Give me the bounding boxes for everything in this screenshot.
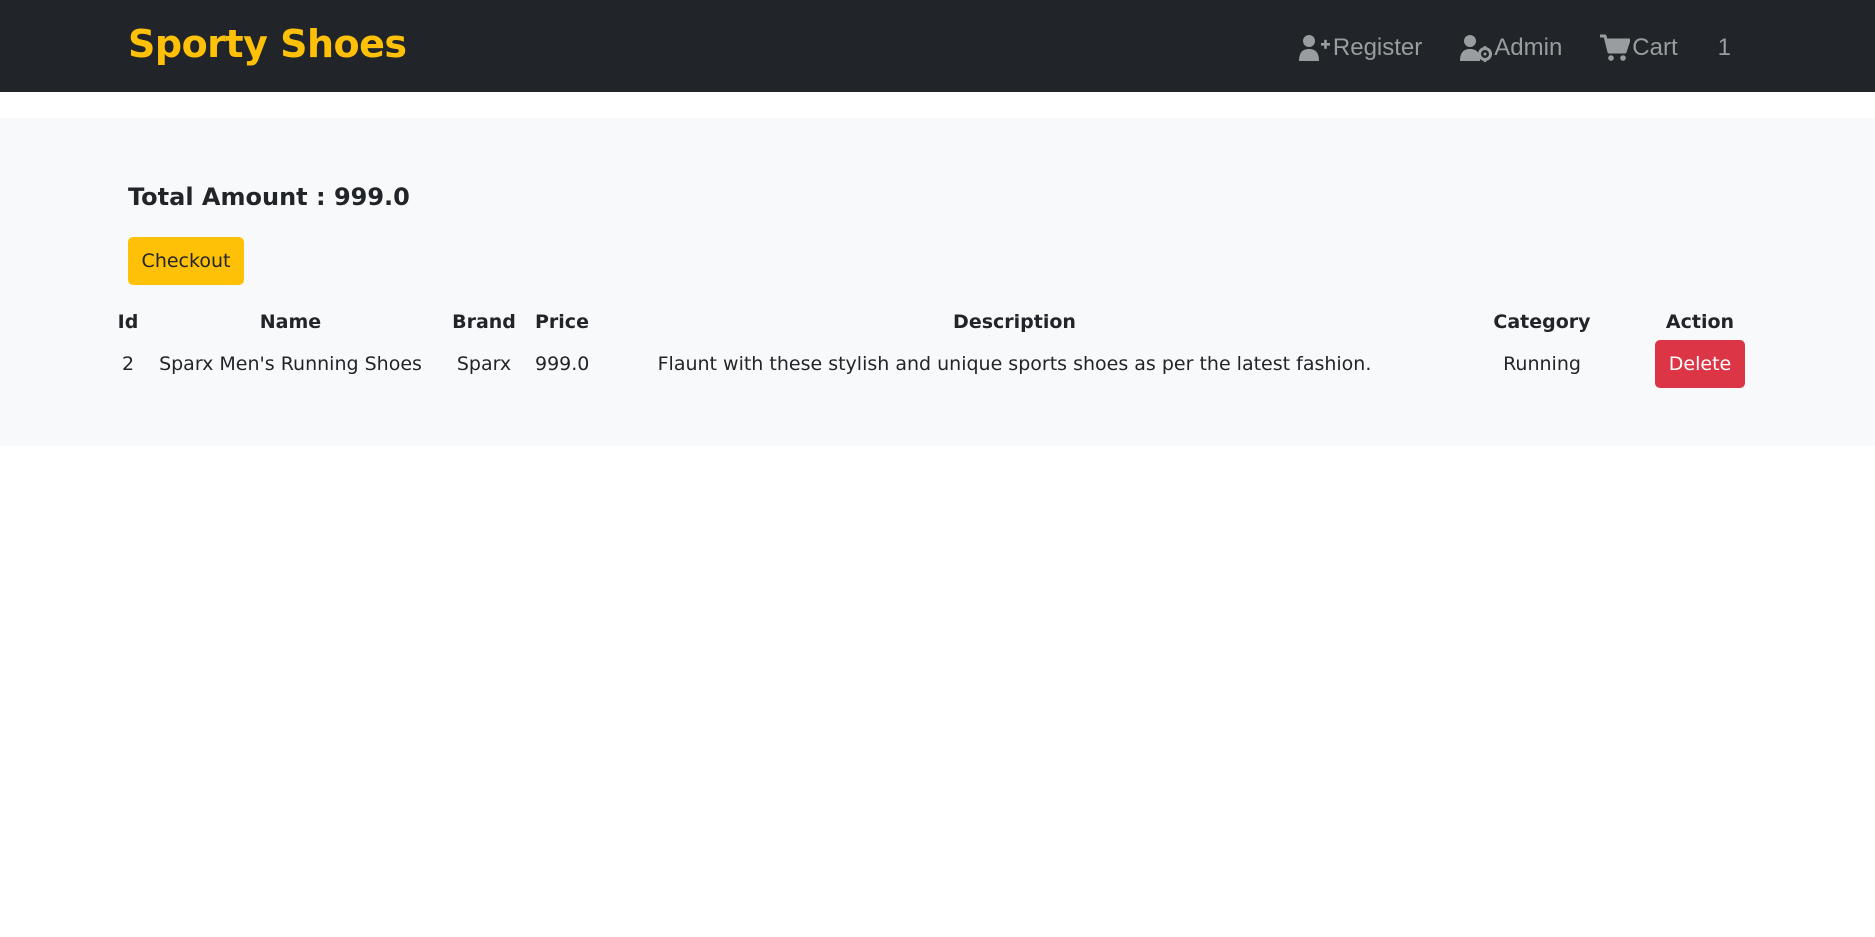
brand-logo[interactable]: Sporty Shoes (128, 22, 407, 66)
header-action: Action (1665, 311, 1735, 333)
cart-table: Id Name Brand Price Description Category… (108, 304, 1758, 388)
cell-action: Delete (1642, 340, 1758, 388)
cell-price: 999.0 (535, 353, 590, 375)
cell-category: Running (1503, 353, 1581, 375)
header-description: Description (953, 311, 1076, 333)
header-id: Id (117, 311, 139, 333)
nav-links: Register Admin Cart 1 (1261, 28, 1731, 68)
nav-link-admin[interactable]: Admin (1460, 34, 1562, 62)
navbar: Sporty Shoes Register Admin Cart 1 (0, 0, 1875, 92)
header-category: Category (1493, 311, 1591, 333)
nav-link-admin-label: Admin (1494, 34, 1563, 61)
cell-name: Sparx Men's Running Shoes (159, 353, 422, 375)
header-price: Price (535, 311, 589, 333)
cell-description: Flaunt with these stylish and unique spo… (657, 353, 1372, 375)
user-plus-icon (1298, 35, 1330, 61)
cart-icon (1600, 34, 1631, 61)
delete-button[interactable]: Delete (1655, 340, 1745, 388)
user-gear-icon (1460, 35, 1493, 62)
total-amount: Total Amount : 999.0 (128, 183, 410, 211)
checkout-button[interactable]: Checkout (128, 237, 244, 285)
nav-link-cart-label: Cart (1632, 34, 1678, 61)
nav-link-register-label: Register (1332, 34, 1423, 61)
cell-id: 2 (121, 353, 135, 375)
table-row: 2 Sparx Men's Running Shoes Sparx 999.0 … (108, 340, 1758, 388)
cart-count-badge: 1 (1717, 34, 1731, 61)
nav-link-register[interactable]: Register (1298, 34, 1423, 62)
cell-brand: Sparx (456, 353, 512, 375)
header-brand: Brand (452, 311, 516, 333)
header-name: Name (259, 311, 322, 333)
cart-content: Total Amount : 999.0 Checkout Id Name Br… (0, 118, 1875, 446)
nav-link-cart[interactable]: Cart (1600, 34, 1678, 62)
table-header-row: Id Name Brand Price Description Category… (108, 304, 1758, 340)
